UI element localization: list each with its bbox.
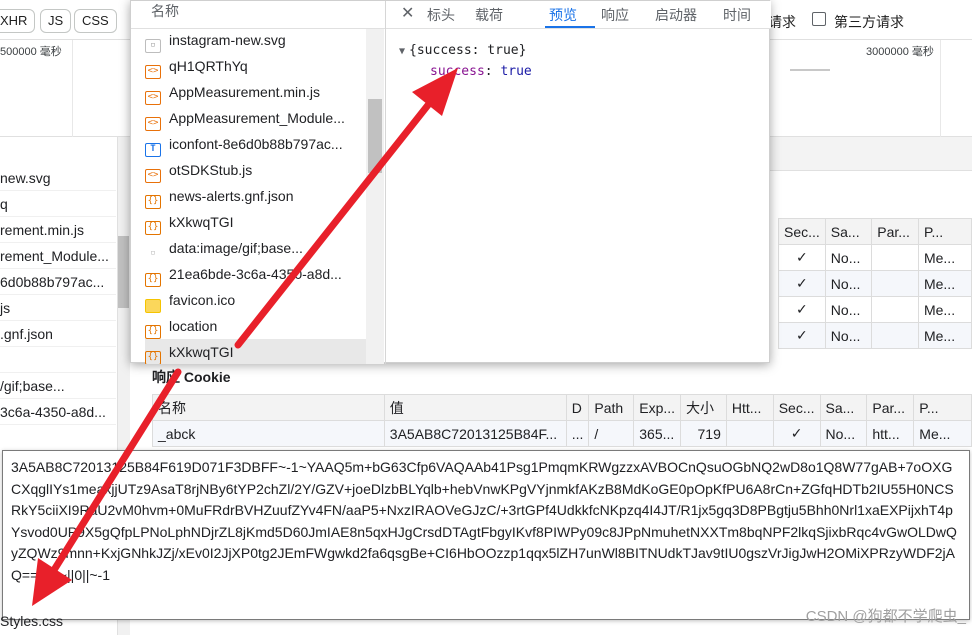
list-item[interactable]: <> AppMeasurement.min.js <box>145 79 367 105</box>
script-file-icon: <> <box>145 65 161 79</box>
active-tab-indicator <box>545 26 595 28</box>
column-header[interactable]: Sa... <box>824 218 873 245</box>
tab-payload[interactable]: 载荷 <box>475 5 503 25</box>
list-item[interactable]: js <box>0 295 116 321</box>
timeline-bar <box>790 69 830 71</box>
timeline-gridline <box>72 40 73 137</box>
gif-file-icon: ▫ <box>150 248 156 258</box>
column-header[interactable]: Sec... <box>772 394 821 421</box>
json-property-line: success: true <box>430 64 532 79</box>
script-file-icon: <> <box>145 117 161 131</box>
table-header-row: Sec... Sa... Par... P... <box>778 218 972 245</box>
table-row[interactable]: ✓ No... Me... <box>778 322 972 349</box>
table-row[interactable]: ✓ No... Me... <box>778 244 972 271</box>
panel-scrollbar-thumb[interactable] <box>368 99 382 173</box>
column-header[interactable]: Par... <box>871 218 919 245</box>
favicon-file-icon: — <box>145 299 161 313</box>
image-file-icon: ▫ <box>145 39 161 53</box>
list-item[interactable]: {} news-alerts.gnf.json <box>145 183 367 209</box>
timeline-gridline <box>940 40 941 137</box>
cookie-value-tooltip: 3A5AB8C72013125B84F619D071F3DBFF~-1~YAAQ… <box>2 450 970 620</box>
tab-headers[interactable]: 标头 <box>427 5 455 25</box>
list-item[interactable]: rement.min.js <box>0 217 116 243</box>
list-item[interactable]: <> AppMeasurement_Module... <box>145 105 367 131</box>
json-file-icon: {} <box>145 325 161 339</box>
json-file-icon: {} <box>145 273 161 287</box>
json-file-icon: {} <box>145 351 161 364</box>
json-root-line[interactable]: ▼ {success: true} <box>399 43 526 58</box>
column-header[interactable]: 值 <box>383 394 567 421</box>
list-item[interactable]: .gnf.json <box>0 321 116 347</box>
table-row[interactable]: ✓ No... Me... <box>778 296 972 323</box>
table-row[interactable]: ✓ No... Me... <box>778 270 972 297</box>
font-file-icon: T <box>145 143 161 157</box>
script-file-icon: <> <box>145 169 161 183</box>
list-item[interactable]: {} 21ea6bde-3c6a-4350-a8d... <box>145 261 367 287</box>
list-item[interactable]: q <box>0 191 116 217</box>
list-item[interactable]: <> qH1QRThYq <box>145 53 367 79</box>
tab-initiator[interactable]: 启动器 <box>655 5 697 25</box>
column-header[interactable]: Exp... <box>633 394 682 421</box>
table-row[interactable]: _abck 3A5AB8C72013125B84F... ... / 365..… <box>152 420 972 447</box>
response-cookie-title: 响应 Cookie <box>152 369 231 385</box>
close-icon[interactable]: ✕ <box>401 3 414 23</box>
list-item[interactable]: {} kXkwqTGI <box>145 209 367 235</box>
filter-chip-css[interactable]: CSS <box>74 9 117 33</box>
list-item[interactable]: ▫ data:image/gif;base... <box>145 235 367 261</box>
panel-request-list: ▫ instagram-new.svg <> qH1QRThYq <> AppMeas… <box>131 1 386 364</box>
list-scrollbar-thumb[interactable] <box>118 236 129 308</box>
column-header[interactable]: D <box>565 394 590 421</box>
list-item[interactable]: {} location <box>145 313 367 339</box>
column-header[interactable]: P... <box>917 218 972 245</box>
column-header[interactable]: Sa... <box>819 394 868 421</box>
list-item[interactable]: — favicon.ico <box>145 287 367 313</box>
column-header[interactable]: Htt... <box>725 394 774 421</box>
column-header[interactable]: P... <box>913 394 972 421</box>
third-party-label: 第三方请求 <box>834 14 904 30</box>
expand-triangle-icon[interactable]: ▼ <box>399 46 405 57</box>
list-item[interactable]: Ticonfont-8e6d0b88b797ac... <box>145 131 367 157</box>
list-item-styles-css[interactable]: Styles.css <box>0 613 63 629</box>
json-file-icon: {} <box>145 221 161 235</box>
panel-scrollbar-track[interactable] <box>366 29 384 364</box>
request-cookie-table: Sec... Sa... Par... P... ✓ No... Me... ✓… <box>778 218 972 349</box>
list-item[interactable]: <> otSDKStub.js <box>145 157 367 183</box>
column-header[interactable]: Sec... <box>778 218 826 245</box>
column-header[interactable]: 大小 <box>680 394 727 421</box>
tab-response[interactable]: 响应 <box>601 5 629 25</box>
response-cookie-table: 名称 值 D Path Exp... 大小 Htt... Sec... Sa..… <box>152 394 972 447</box>
table-header-row: 名称 值 D Path Exp... 大小 Htt... Sec... Sa..… <box>152 394 972 421</box>
tab-timing[interactable]: 时间 <box>723 5 751 25</box>
list-item[interactable]: 3c6a-4350-a8d... <box>0 399 116 425</box>
json-file-icon: {} <box>145 195 161 209</box>
watermark: CSDN @狗都不学爬虫_ <box>805 608 966 625</box>
json-preview: ▼ {success: true} success: true <box>387 29 769 362</box>
timeline-label-right: 3000000 毫秒 <box>866 46 934 58</box>
script-file-icon: <> <box>145 91 161 105</box>
filter-chip-js[interactable]: JS <box>40 9 72 33</box>
list-item[interactable]: rement_Module... <box>0 243 116 269</box>
list-item[interactable]: 6d0b88b797ac... <box>0 269 116 295</box>
third-party-checkbox[interactable] <box>812 12 826 26</box>
column-header[interactable]: Path <box>588 394 635 421</box>
list-item[interactable]: ▫ instagram-new.svg <box>145 27 367 53</box>
timeline-label-left: 500000 毫秒 <box>0 46 62 58</box>
request-filter-label: 请求 <box>768 14 796 30</box>
filter-chip-xhr[interactable]: XHR <box>0 9 36 33</box>
column-header[interactable]: 名称 <box>152 394 385 421</box>
list-item-selected[interactable]: {} kXkwqTGI <box>145 339 367 364</box>
list-item[interactable] <box>0 347 116 373</box>
list-item[interactable]: /gif;base... <box>0 373 116 399</box>
column-header[interactable]: Par... <box>866 394 915 421</box>
list-item[interactable]: new.svg <box>0 165 116 191</box>
tab-preview[interactable]: 预览 <box>549 5 577 25</box>
response-preview-panel: 名称 ✕ 标头 载荷 预览 响应 启动器 时间 ▫ instagram-new.s… <box>130 0 771 364</box>
